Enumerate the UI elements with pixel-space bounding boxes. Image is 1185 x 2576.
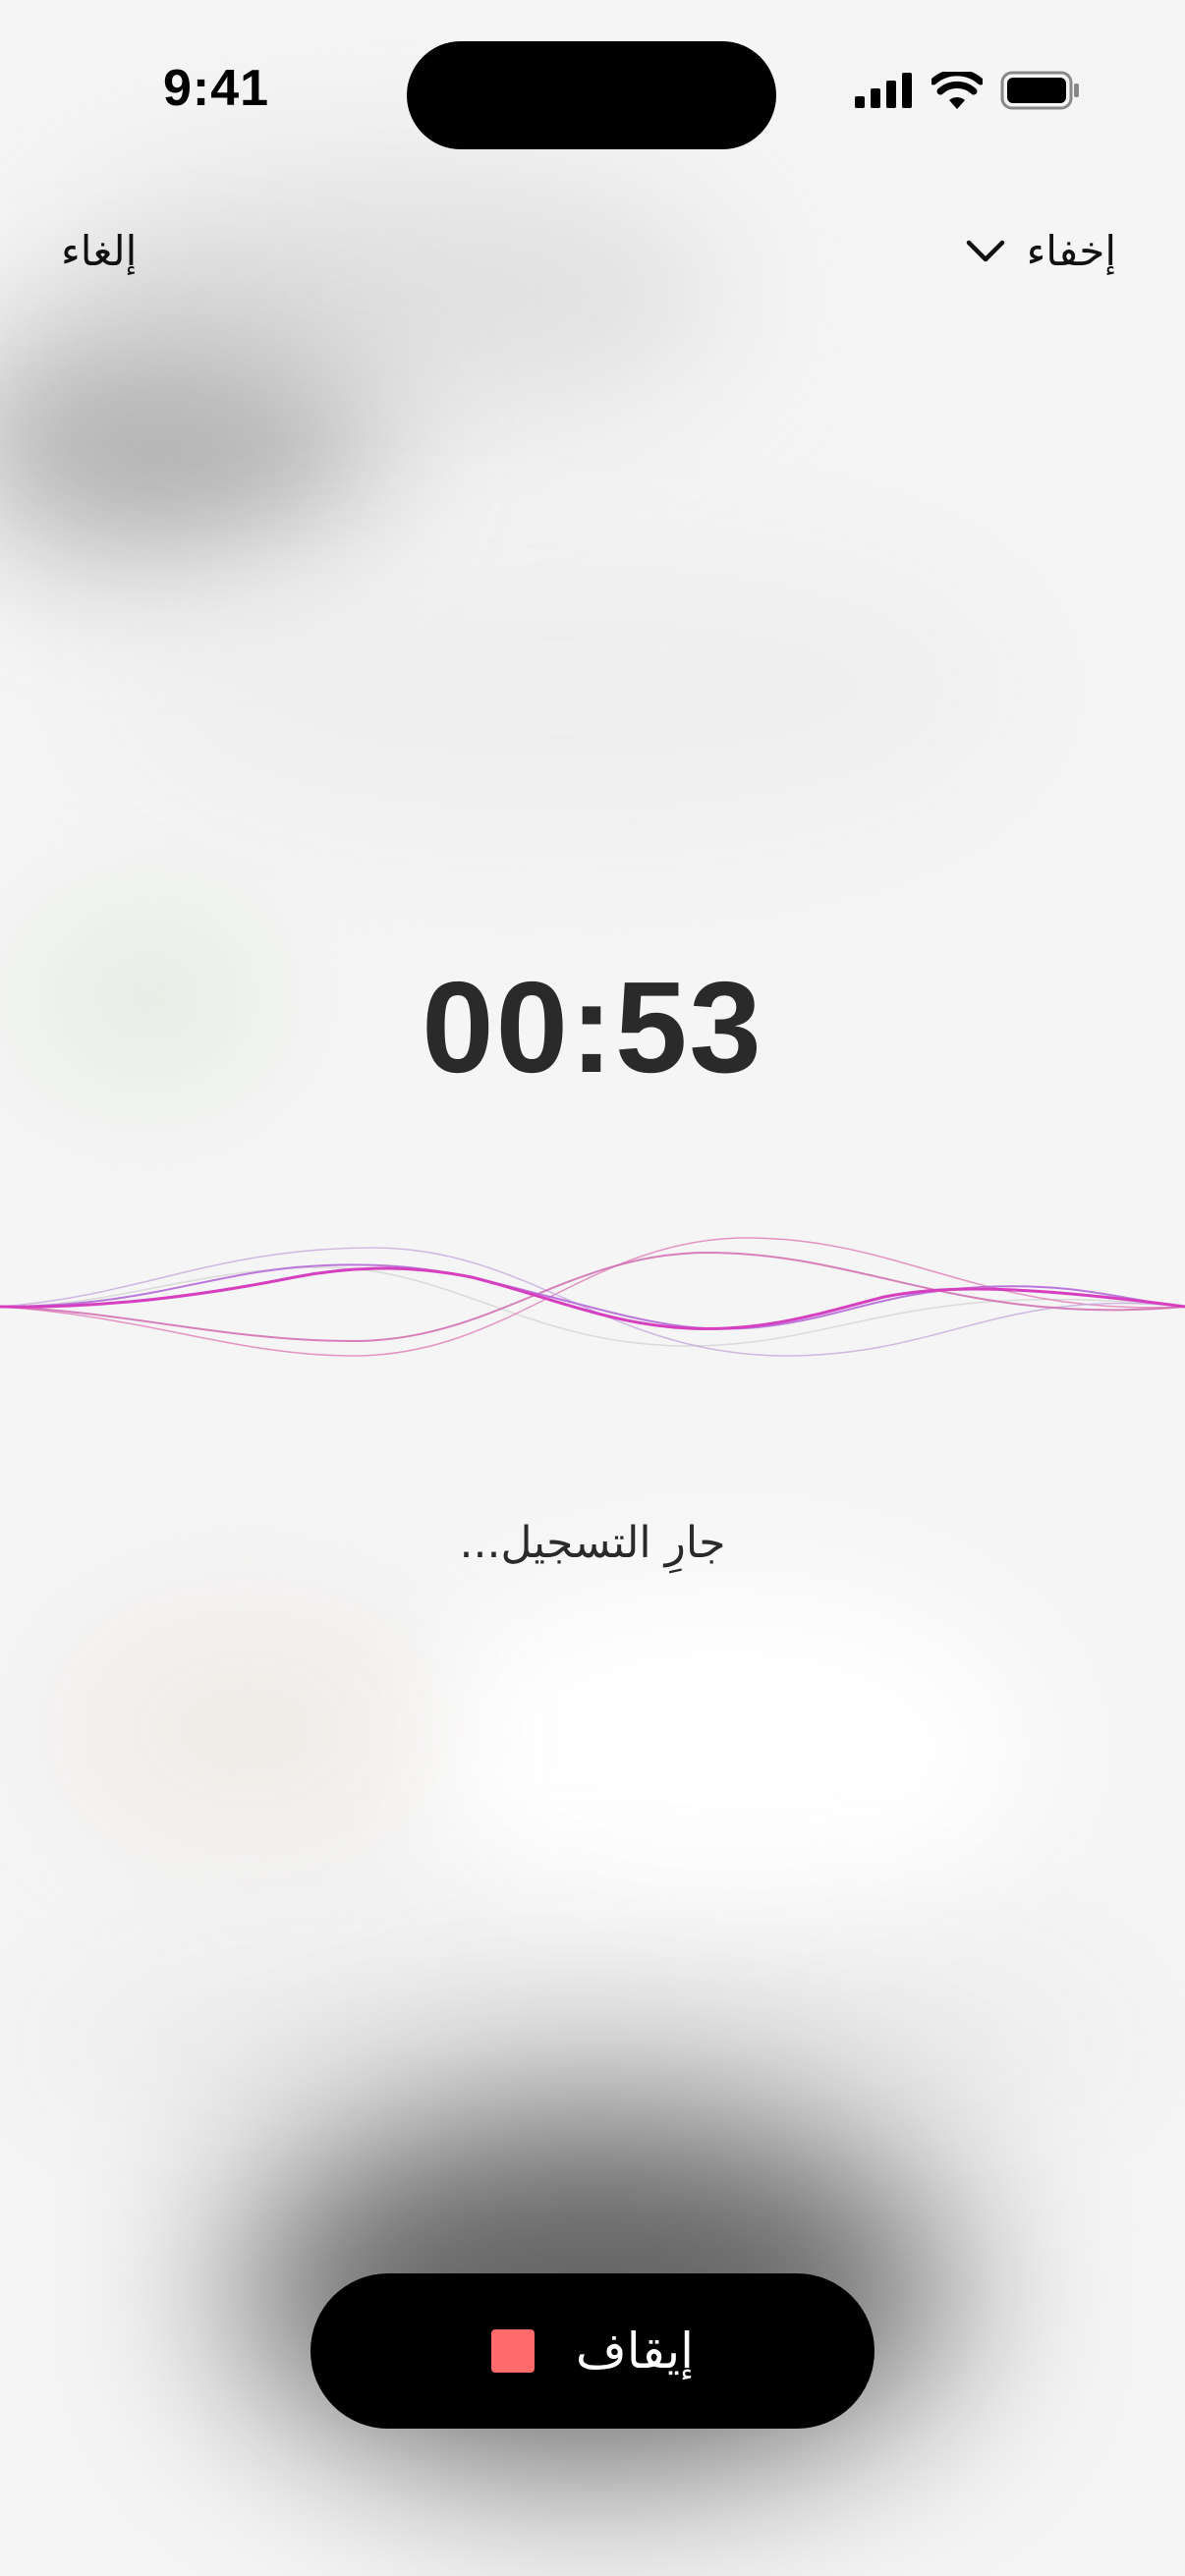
cellular-signal-icon [855,73,912,108]
cancel-button[interactable]: إلغاء [61,227,137,275]
hide-button[interactable]: إخفاء [966,227,1116,275]
audio-waveform [0,1237,1185,1357]
dynamic-island [407,41,776,149]
status-icons [855,71,1081,110]
stop-button[interactable]: إيقاف [310,2273,875,2429]
battery-icon [1000,71,1079,110]
chevron-down-icon [966,240,1004,261]
stop-square-icon [490,2329,535,2373]
wifi-icon [931,72,983,109]
hide-label: إخفاء [1026,227,1116,275]
recording-timer: 00:53 [422,955,763,1099]
stop-label: إيقاف [575,2323,695,2380]
status-time: 9:41 [163,60,270,117]
status-bar: 9:41 [0,0,1185,187]
recorder-header: إلغاء إخفاء [0,221,1185,290]
recording-status: جارِ التسجيل... [459,1518,726,1568]
